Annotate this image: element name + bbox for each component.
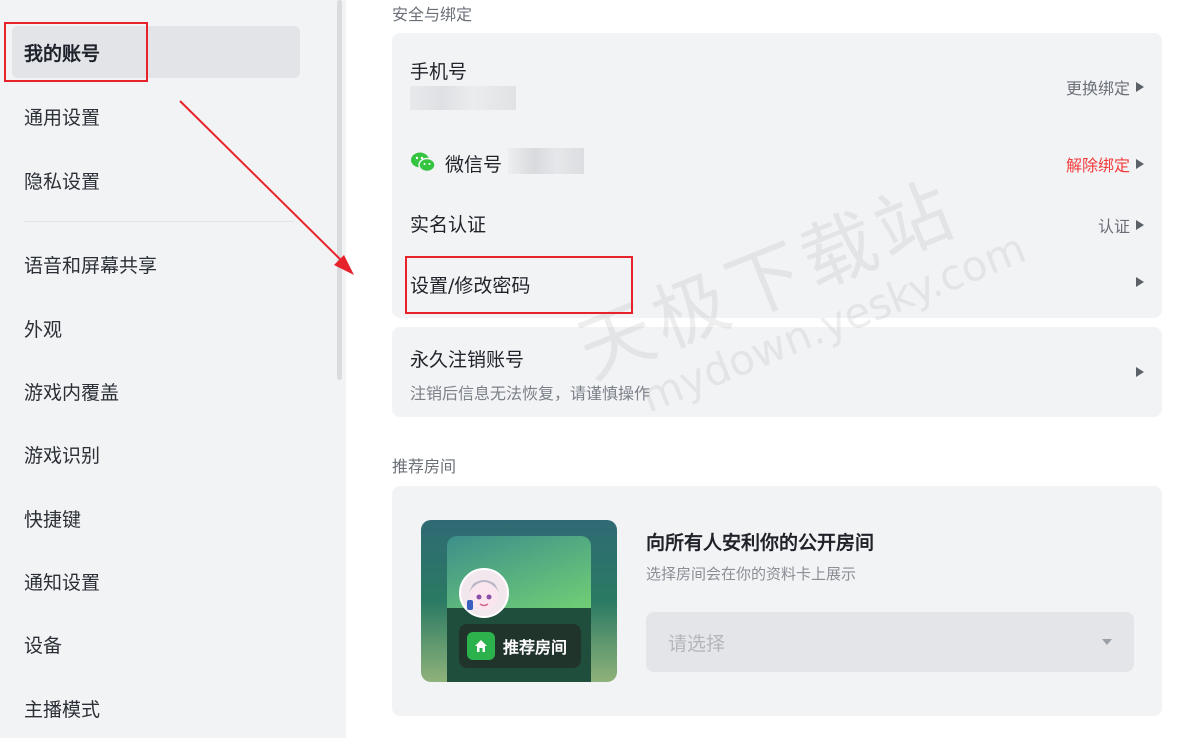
wechat-id-masked [508, 148, 584, 174]
phone-action-label: 更换绑定 [1065, 79, 1130, 98]
room-preview-card: 推荐房间 [447, 536, 591, 682]
chevron-right-icon [1136, 82, 1144, 92]
caret-down-icon [1102, 639, 1112, 645]
sidebar-item-label: 隐私设置 [24, 170, 101, 193]
main-content: 安全与绑定 手机号 更换绑定 微信号 解除绑定 实名认证 认证 设置/修改密码 … [346, 0, 1200, 738]
section-title-security: 安全与绑定 [392, 5, 473, 24]
sidebar-item-label: 外观 [24, 318, 63, 341]
room-select-placeholder: 请选择 [668, 632, 726, 655]
chevron-right-icon [1136, 277, 1144, 287]
delete-account-desc: 注销后信息无法恢复，请谨慎操作 [410, 384, 651, 403]
chevron-right-icon [1136, 367, 1144, 377]
recommend-room-card: 推荐房间 向所有人安利你的公开房间 选择房间会在你的资料卡上展示 请选择 [392, 486, 1162, 716]
wechat-action-label: 解除绑定 [1065, 156, 1130, 175]
chevron-right-icon [1136, 159, 1144, 169]
realname-label: 实名认证 [410, 214, 487, 236]
sidebar-item-label: 语音和屏幕共享 [24, 254, 158, 277]
sidebar-item-devices[interactable]: 设备 [12, 618, 300, 670]
password-edit-button[interactable] [1136, 277, 1144, 287]
phone-number-masked [410, 86, 516, 110]
realname-verify-button[interactable]: 认证 [1098, 213, 1144, 237]
wechat-icon [411, 152, 436, 173]
sidebar-item-notifications[interactable]: 通知设置 [12, 555, 300, 607]
recommend-heading: 向所有人安利你的公开房间 [646, 532, 875, 554]
sidebar-item-label: 游戏内覆盖 [24, 381, 120, 404]
sidebar-item-label: 主播模式 [24, 698, 101, 721]
phone-label: 手机号 [410, 61, 468, 83]
wechat-unbind-button[interactable]: 解除绑定 [1066, 152, 1144, 176]
sidebar-item-shortcuts[interactable]: 快捷键 [12, 492, 300, 544]
sidebar-item-appearance[interactable]: 外观 [12, 302, 300, 354]
annotation-box-password [405, 256, 633, 314]
room-badge-label: 推荐房间 [503, 638, 568, 657]
annotation-box-my-account [4, 22, 148, 82]
sidebar-item-game-overlay[interactable]: 游戏内覆盖 [12, 365, 300, 417]
room-badge: 推荐房间 [459, 624, 581, 668]
room-preview-image: 推荐房间 [421, 520, 617, 682]
annotation-arrow-icon [179, 100, 354, 275]
section-title-recommend: 推荐房间 [392, 457, 457, 476]
delete-account-card[interactable]: 永久注销账号 注销后信息无法恢复，请谨慎操作 [392, 327, 1162, 417]
sidebar-item-game-detection[interactable]: 游戏识别 [12, 428, 300, 480]
avatar [459, 568, 509, 618]
anime-avatar-icon [467, 580, 499, 610]
sidebar-item-label: 设备 [24, 634, 63, 657]
realname-action-label: 认证 [1097, 217, 1130, 236]
delete-account-chevron [1136, 367, 1144, 377]
phone-change-binding-button[interactable]: 更换绑定 [1066, 75, 1144, 99]
sidebar-item-streamer-mode[interactable]: 主播模式 [12, 682, 300, 734]
room-select-dropdown[interactable]: 请选择 [646, 612, 1134, 672]
sidebar-item-label: 通用设置 [24, 106, 101, 129]
recommend-desc: 选择房间会在你的资料卡上展示 [646, 565, 857, 583]
home-icon [467, 632, 495, 660]
sidebar-item-label: 通知设置 [24, 571, 101, 594]
chevron-right-icon [1136, 220, 1144, 230]
sidebar-item-label: 快捷键 [24, 508, 82, 531]
wechat-label: 微信号 [445, 154, 503, 176]
delete-account-label: 永久注销账号 [410, 349, 525, 371]
sidebar-item-label: 游戏识别 [24, 444, 101, 467]
